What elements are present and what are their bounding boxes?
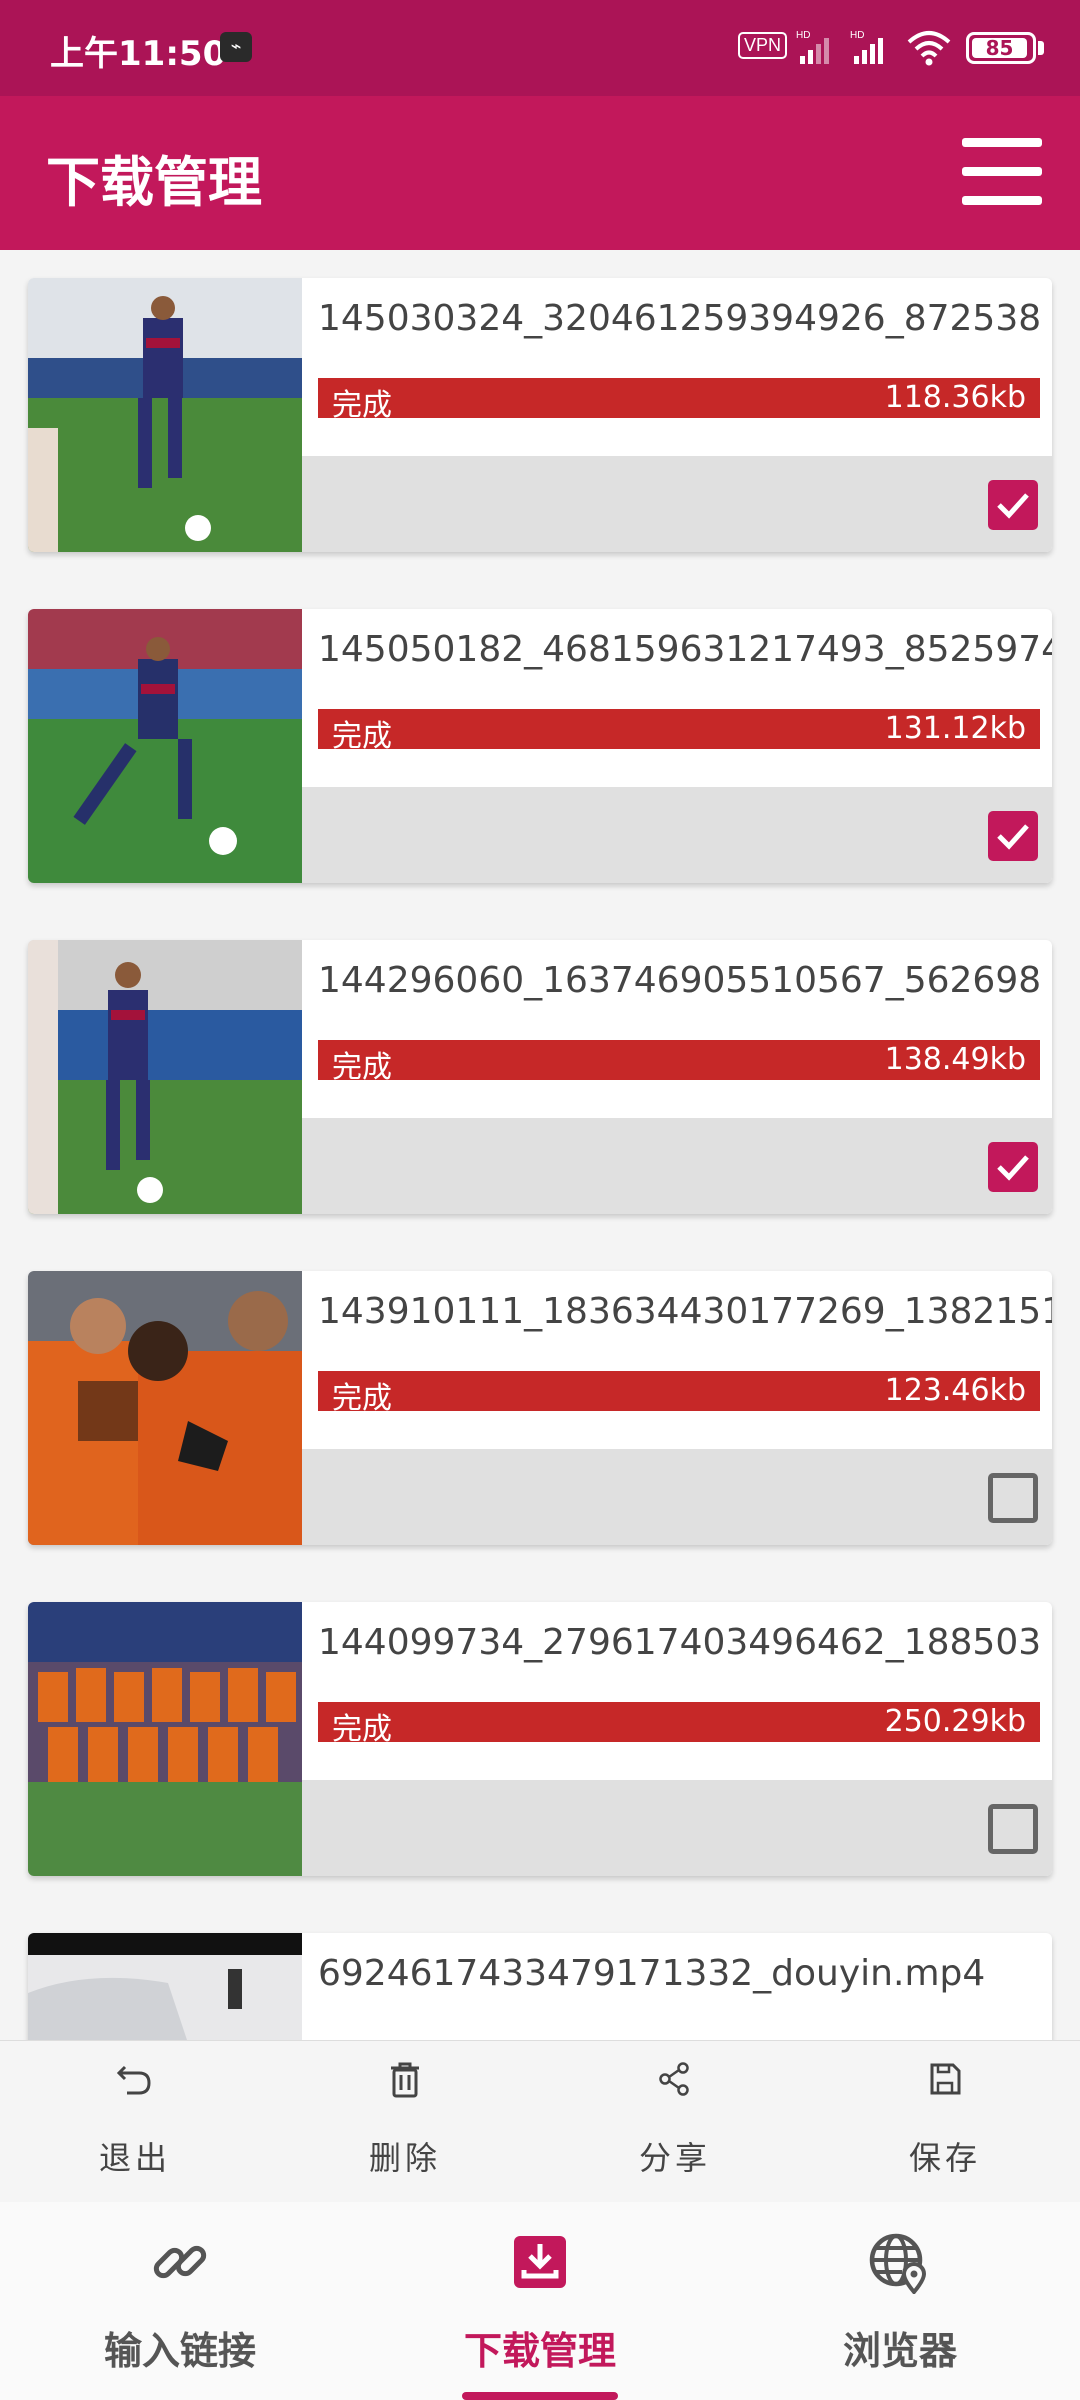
file-name: 6924617433479171332_douyin.mp4 [318,1953,986,1994]
share-label: 分享 [638,2139,711,2177]
check-icon [997,824,1029,850]
battery-tip [1038,41,1044,55]
progress-bar: 完成 118.36kb [318,378,1040,423]
nav-browser[interactable]: 浏览器 [720,2202,1080,2400]
link-icon [153,2245,207,2279]
download-item[interactable]: 145050182_468159631217493_8525974 完成 131… [28,609,1052,883]
globe-pin-icon [869,2233,927,2294]
card-footer [302,1118,1052,1214]
delete-label: 删除 [368,2139,441,2177]
check-icon [997,493,1029,519]
download-item[interactable]: 144099734_279617403496462_188503 完成 250.… [28,1602,1052,1876]
share-button[interactable]: 分享 [540,2041,810,2203]
thumbnail-image [28,278,302,552]
nav-label: 浏览器 [842,2329,957,2373]
action-bar: 退出 删除 分享 保存 [0,2040,1080,2202]
menu-button[interactable] [962,136,1042,208]
exit-label: 退出 [98,2139,171,2177]
app-bar: 下载管理 [0,96,1080,250]
thumbnail-image [28,1933,302,2040]
download-item[interactable]: 144296060_163746905510567_562698 完成 138.… [28,940,1052,1214]
share-icon [659,2062,689,2096]
signal-icon: HD [796,30,829,64]
exit-button[interactable]: 退出 [0,2041,270,2203]
nav-download-manager[interactable]: 下载管理 [360,2202,720,2400]
battery-level: 85 [972,38,1027,58]
status-label: 完成 [332,388,392,423]
select-checkbox[interactable] [988,1804,1038,1854]
file-name: 145030324_320461259394926_872538 [318,298,1042,339]
download-icon [514,2236,566,2288]
undo-icon [116,2065,151,2095]
card-footer [302,1449,1052,1545]
file-size: 131.12kb [884,711,1026,746]
bottom-navigation: 输入链接 下载管理 浏览器 [0,2202,1080,2400]
select-checkbox[interactable] [988,1142,1038,1192]
menu-icon [962,167,1042,176]
card-footer [302,456,1052,552]
file-size: 123.46kb [884,1373,1026,1408]
file-size: 138.49kb [884,1042,1026,1077]
nav-label: 下载管理 [463,2329,616,2373]
card-footer [302,1780,1052,1876]
thumbnail-image [28,609,302,883]
save-button[interactable]: 保存 [810,2041,1080,2203]
app-notification-icon: ⌁ [220,32,252,62]
hd-label: HD [850,30,864,41]
active-tab-indicator [462,2392,618,2400]
status-label: 完成 [332,1050,392,1085]
card-footer [302,787,1052,883]
menu-icon [962,196,1042,205]
file-size: 250.29kb [884,1704,1026,1739]
select-checkbox[interactable] [988,811,1038,861]
file-name: 145050182_468159631217493_8525974 [318,629,1052,670]
select-checkbox[interactable] [988,1473,1038,1523]
download-item[interactable]: 6924617433479171332_douyin.mp4 [28,1933,1052,2040]
menu-icon [962,138,1042,147]
battery-icon: 85 [966,32,1036,64]
status-label: 完成 [332,719,392,754]
delete-button[interactable]: 删除 [270,2041,540,2203]
status-bar: 上午11:50 ⌁ VPN HD HD 85 [0,0,1080,96]
progress-bar: 完成 138.49kb [318,1040,1040,1085]
status-time: 上午11:50 [50,34,227,74]
download-item[interactable]: 143910111_183634430177269_13821512 完成 12… [28,1271,1052,1545]
file-size: 118.36kb [884,380,1026,415]
file-name: 143910111_183634430177269_13821512 [318,1291,1052,1332]
check-icon [997,1155,1029,1181]
thumbnail-image [28,940,302,1214]
download-list[interactable]: 145030324_320461259394926_872538 完成 118.… [0,250,1080,2040]
signal-icon: HD [850,30,883,64]
progress-bar: 完成 131.12kb [318,709,1040,754]
status-label: 完成 [332,1712,392,1747]
save-label: 保存 [908,2139,981,2177]
thumbnail-image [28,1271,302,1545]
progress-bar: 完成 250.29kb [318,1702,1040,1747]
wifi-icon [907,31,951,66]
page-title: 下载管理 [46,151,262,214]
download-item[interactable]: 145030324_320461259394926_872538 完成 118.… [28,278,1052,552]
trash-icon [391,2062,419,2098]
file-name: 144296060_163746905510567_562698 [318,960,1042,1001]
save-icon [930,2063,961,2095]
thumbnail-image [28,1602,302,1876]
hd-label: HD [796,30,810,41]
select-checkbox[interactable] [988,480,1038,530]
progress-bar: 完成 123.46kb [318,1371,1040,1416]
nav-input-link[interactable]: 输入链接 [0,2202,360,2400]
vpn-icon: VPN [738,32,788,59]
file-name: 144099734_279617403496462_188503 [318,1622,1042,1663]
nav-label: 输入链接 [103,2329,256,2373]
status-label: 完成 [332,1381,392,1416]
